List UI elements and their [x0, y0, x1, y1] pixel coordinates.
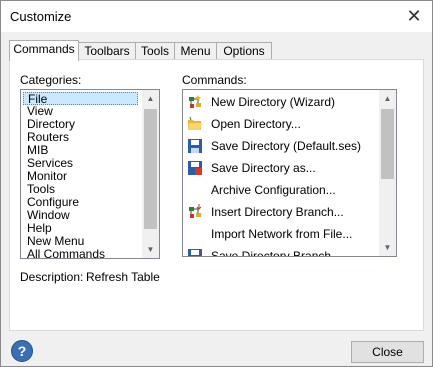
command-label: Open Directory... [211, 117, 301, 131]
command-label: Archive Configuration... [211, 183, 336, 197]
help-icon[interactable]: ? [11, 340, 33, 362]
command-label: Import Network from File... [211, 227, 353, 241]
window-title: Customize [10, 9, 72, 24]
command-item[interactable]: Insert Directory Branch... [184, 201, 379, 223]
tab-menu[interactable]: Menu [174, 42, 217, 60]
command-item[interactable]: Save Directory (Default.ses) [184, 135, 379, 157]
save-branch-icon [188, 249, 202, 256]
command-label: Insert Directory Branch... [211, 205, 344, 219]
scroll-down-arrow-icon[interactable]: ▼ [142, 241, 159, 258]
command-item[interactable]: Archive Configuration... [184, 179, 379, 201]
command-label: Save Directory as... [211, 161, 316, 175]
description-value: Refresh Table [86, 270, 160, 284]
tab-tools[interactable]: Tools [135, 42, 175, 60]
categories-label: Categories: [20, 73, 82, 87]
command-label: New Directory (Wizard) [211, 95, 336, 109]
commands-label: Commands: [182, 73, 247, 87]
scroll-down-arrow-icon[interactable]: ▼ [379, 239, 396, 256]
commands-list[interactable]: New Directory (Wizard) Open Directory...… [182, 89, 397, 257]
title-bar: Customize ✕ [1, 1, 432, 32]
close-button[interactable]: Close [351, 341, 424, 363]
new-directory-icon [189, 95, 201, 108]
scroll-up-arrow-icon[interactable]: ▲ [379, 90, 396, 107]
floppy-disk-icon [188, 139, 202, 153]
tab-toolbars[interactable]: Toolbars [78, 42, 136, 60]
scroll-up-arrow-icon[interactable]: ▲ [142, 90, 159, 107]
command-label: Save Directory Branch... [211, 249, 342, 257]
categories-list[interactable]: File View Directory Routers MIB Services… [20, 89, 160, 259]
categories-scrollbar[interactable]: ▲ ▼ [142, 90, 159, 258]
command-item[interactable]: Save Directory Branch... [184, 245, 379, 257]
scroll-thumb[interactable] [144, 109, 157, 229]
command-item[interactable]: Open Directory... [184, 113, 379, 135]
description-label: Description: [20, 270, 84, 284]
tab-commands[interactable]: Commands [9, 40, 79, 61]
insert-branch-icon [189, 204, 202, 218]
commands-scrollbar[interactable]: ▲ ▼ [379, 90, 396, 256]
tab-options[interactable]: Options [216, 42, 272, 60]
scroll-thumb[interactable] [381, 109, 394, 179]
category-item-all-commands[interactable]: All Commands [23, 248, 105, 259]
open-folder-icon [188, 116, 202, 130]
command-item[interactable]: New Directory (Wizard) [184, 91, 379, 113]
close-window-icon[interactable]: ✕ [404, 5, 424, 27]
floppy-disk-edit-icon [188, 161, 202, 175]
command-item[interactable]: Import Network from File... [184, 223, 379, 245]
command-item[interactable]: Save Directory as... [184, 157, 379, 179]
customize-dialog: Customize ✕ Commands Toolbars Tools Menu… [0, 0, 433, 367]
command-label: Save Directory (Default.ses) [211, 139, 362, 153]
